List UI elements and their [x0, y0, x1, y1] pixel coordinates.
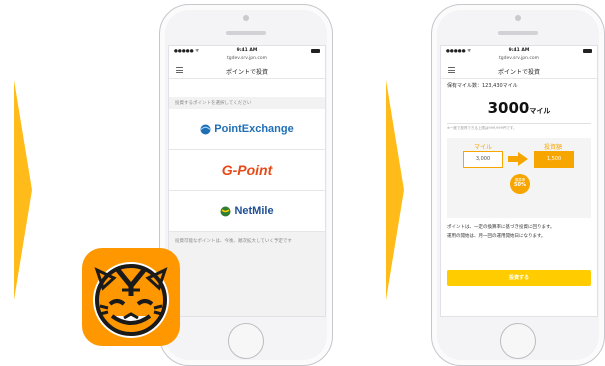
from-field[interactable]: 3,000 [463, 151, 503, 168]
from-label: マイル [473, 144, 492, 151]
brand-label: G-Point [221, 162, 273, 178]
rate-value: 50% [514, 182, 526, 188]
amount-unit: マイル [529, 107, 551, 115]
page-title: ポイントで投資 [497, 69, 540, 76]
url-bar[interactable]: tgdev.srv.jpn.com [169, 56, 325, 61]
section-label: 投資するポイントを選択してください [169, 97, 325, 109]
description-line1: ポイントは、一定の換算率に基づき投資に回ります。 [447, 225, 555, 230]
chevron-right-icon [386, 80, 404, 300]
brand-label: NetMile [234, 205, 274, 217]
globe-icon [200, 124, 211, 134]
amount-underline [447, 123, 591, 124]
chevron-right-icon [14, 80, 32, 300]
status-bar: ●●●●● ᯤ 9:41 AM [169, 46, 325, 56]
tiger-app-icon[interactable] [82, 248, 180, 346]
footnote: 投資可能なポイントは、今後、順次拡大していく予定です [169, 232, 325, 316]
phone-screen: ●●●●● ᯤ 9:41 AM tgdev.srv.jpn.com ポイントで投… [168, 45, 326, 317]
battery-icon [583, 49, 592, 53]
description-line2: 運用の開始は、月一回の運用開始日になります。 [447, 234, 546, 239]
holding-miles: 保有マイル数：123,430マイル [447, 83, 518, 89]
from-value: 3,000 [475, 156, 491, 162]
nav-bar: ポイントで投資 [169, 63, 325, 79]
phone-mockup-right: ●●●●● ᯤ 9:41 AM tgdev.srv.jpn.com ポイントで投… [431, 4, 605, 366]
brand-gpoint-button[interactable]: G-Point [169, 150, 325, 191]
phone-screen: ●●●●● ᯤ 9:41 AM tgdev.srv.jpn.com ポイントで投… [440, 45, 598, 317]
to-label: 投資額 [543, 144, 562, 151]
rate-badge: 換算率 50% [510, 174, 530, 194]
page-title: ポイントで投資 [225, 69, 268, 76]
arrow-right-icon [508, 152, 528, 166]
battery-icon [311, 49, 320, 53]
globe-icon [220, 206, 231, 216]
brand-label: PointExchange [214, 123, 294, 135]
speaker-grille [226, 31, 266, 35]
status-time: 9:41 AM [508, 48, 530, 53]
speaker-grille [498, 31, 538, 35]
amount-display: 3000マイル [441, 98, 597, 117]
url-bar[interactable]: tgdev.srv.jpn.com [441, 56, 597, 61]
home-button[interactable] [500, 323, 536, 359]
amount-note: ※一度で投資できる上限は999,999円です。 [447, 126, 517, 130]
phone-mockup-left: ●●●●● ᯤ 9:41 AM tgdev.srv.jpn.com ポイントで投… [159, 4, 333, 366]
brand-netmile-button[interactable]: NetMile [169, 191, 325, 232]
status-bar: ●●●●● ᯤ 9:41 AM [441, 46, 597, 56]
to-value: 1,500 [546, 156, 562, 162]
invest-button[interactable]: 投資する [447, 270, 591, 286]
to-field: 1,500 [534, 151, 574, 168]
nav-bar: ポイントで投資 [441, 63, 597, 79]
camera-icon [243, 15, 249, 21]
camera-icon [515, 15, 521, 21]
amount-value: 3000 [487, 99, 530, 117]
home-button[interactable] [228, 323, 264, 359]
status-time: 9:41 AM [236, 48, 258, 53]
brand-pointexchange-button[interactable]: PointExchange [169, 109, 325, 150]
